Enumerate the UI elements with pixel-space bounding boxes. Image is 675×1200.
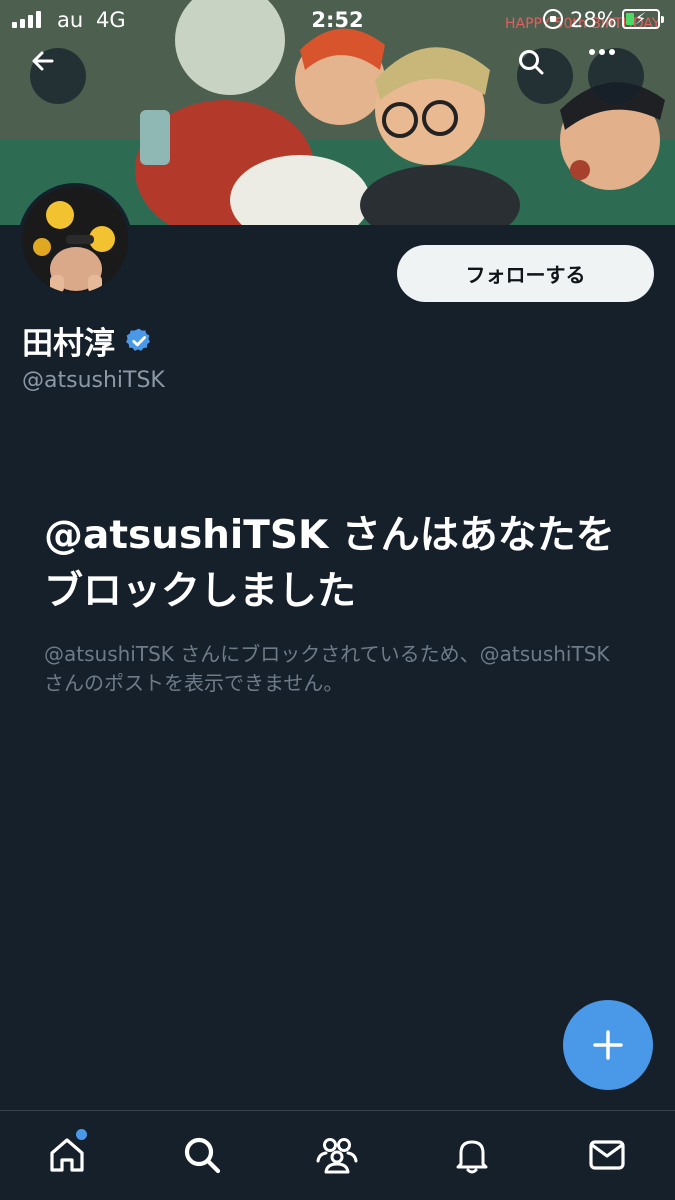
nav-search[interactable]: [180, 1133, 224, 1177]
battery-percent: 28%: [570, 8, 617, 32]
blocked-title: @atsushiTSK さんはあなたをブロックしました: [44, 513, 615, 614]
battery-fill: [626, 13, 634, 25]
search-icon: [184, 1137, 221, 1174]
mail-icon: [589, 1140, 625, 1170]
avatar-image: [22, 187, 128, 293]
more-options-button[interactable]: [588, 48, 644, 104]
search-button[interactable]: [517, 48, 573, 104]
nav-notifications[interactable]: [450, 1133, 494, 1177]
compose-post-button[interactable]: [563, 1000, 653, 1090]
bell-icon: [456, 1140, 488, 1174]
charging-bolt-icon: ⚡: [635, 9, 647, 28]
bottom-navigation: [0, 1110, 675, 1200]
nav-communities[interactable]: [315, 1133, 359, 1177]
profile-name-row: 田村淳: [22, 318, 153, 363]
verified-badge-icon: [126, 328, 150, 351]
follow-button[interactable]: フォローする: [397, 245, 654, 302]
blocked-description: @atsushiTSK さんにブロックされているため、@atsushiTSK さ…: [44, 642, 610, 695]
battery-icon: ⚡: [622, 9, 664, 29]
more-horizontal-icon: [589, 49, 615, 55]
plus-icon: [593, 1030, 623, 1060]
home-notification-dot: [76, 1129, 87, 1140]
nav-messages[interactable]: [585, 1133, 629, 1177]
home-icon: [50, 1138, 84, 1172]
status-bar: au 4G 2:52 28% ⚡: [0, 0, 675, 40]
arrow-left-icon: [32, 51, 54, 71]
search-icon: [519, 50, 544, 75]
back-button[interactable]: [30, 48, 86, 104]
avatar[interactable]: [18, 183, 132, 297]
communities-icon: [316, 1138, 358, 1174]
display-name: 田村淳: [22, 326, 115, 362]
orientation-lock-icon: [543, 9, 563, 29]
profile-handle: @atsushiTSK: [22, 368, 165, 393]
